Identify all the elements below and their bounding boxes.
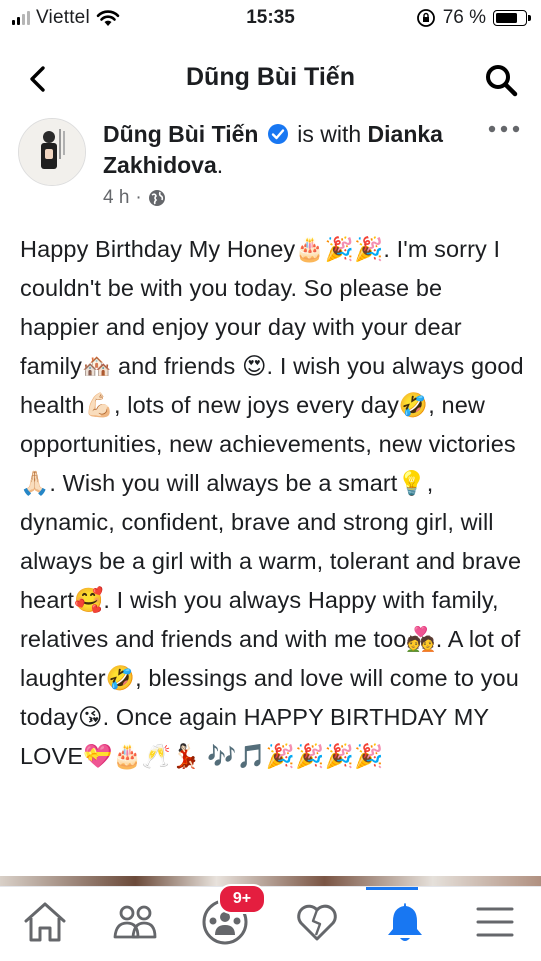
- battery-icon: [493, 10, 531, 26]
- author-avatar[interactable]: [18, 118, 86, 186]
- status-bar: Viettel 15:35 76 %: [0, 0, 541, 36]
- post-meta: 4 h ·: [103, 187, 166, 209]
- verified-badge-icon: [267, 124, 288, 144]
- post-time[interactable]: 4 h: [103, 187, 129, 209]
- notification-count-badge: 9+: [218, 884, 266, 914]
- page-title: Dũng Bùi Tiến: [186, 63, 355, 91]
- dating-heart-icon[interactable]: [292, 897, 342, 947]
- public-globe-icon: [148, 190, 165, 206]
- home-icon[interactable]: [20, 897, 70, 947]
- more-options-icon[interactable]: [487, 122, 521, 136]
- meta-separator: ·: [135, 187, 142, 208]
- with-text: is with: [290, 121, 368, 147]
- tagged-end: .: [216, 152, 224, 178]
- post-header: Dũng Bùi Tiến is with Dianka Zakhidova. …: [0, 112, 541, 216]
- battery-percent: 76 %: [442, 7, 486, 28]
- active-tab-indicator: [366, 887, 418, 890]
- bottom-tab-bar: 9+: [0, 884, 541, 961]
- next-post-image-edge: [0, 876, 541, 886]
- orientation-lock-icon: [416, 9, 435, 27]
- friends-icon[interactable]: [110, 897, 160, 947]
- navigation-bar: Dũng Bùi Tiến: [0, 50, 541, 108]
- author-name[interactable]: Dũng Bùi Tiến: [103, 121, 258, 147]
- post-author-line: Dũng Bùi Tiến is with Dianka Zakhidova.: [103, 119, 483, 181]
- search-icon[interactable]: [483, 62, 519, 98]
- post-body-text: Happy Birthday My Honey🎂🎉🎉. I'm sorry I …: [20, 236, 524, 769]
- avatar-photo: [19, 119, 85, 185]
- menu-icon[interactable]: [470, 897, 520, 947]
- notifications-bell-icon[interactable]: [380, 897, 430, 947]
